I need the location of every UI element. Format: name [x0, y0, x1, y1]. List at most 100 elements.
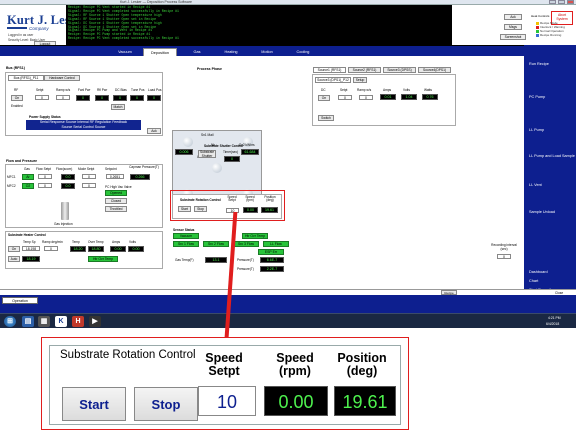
nav-ll-vent[interactable]: LL Vent — [529, 183, 575, 187]
nav-sample-unload[interactable]: Sample Unload — [529, 210, 575, 214]
source-switch-button[interactable]: Switch — [318, 115, 334, 121]
rf-rfl-pwr: 0 — [95, 95, 109, 101]
nav-dashboard[interactable]: Dashboard — [529, 270, 575, 274]
heater-auto-button[interactable]: Auto — [8, 256, 20, 262]
source-tab-1[interactable]: Source1 (RFS1) — [313, 67, 346, 73]
timer-label: Timer(sec) — [223, 150, 239, 154]
source-ramp[interactable]: 0 — [359, 95, 373, 100]
nav-ll-pump-load[interactable]: LL Pump and Load Sample — [529, 154, 575, 158]
pc-high-vac-label: PC High Vac Valve — [105, 185, 132, 189]
log-line: Recipe: Recipe PC Vent completed success… — [68, 36, 179, 41]
source-amps: 0.01 — [380, 94, 396, 100]
zoom-rotation-panel: Substrate Rotation Control Start Stop Sp… — [49, 345, 401, 425]
heater-on-button[interactable]: On — [8, 246, 20, 252]
timer-value: 0 — [224, 156, 240, 162]
valve-throttled[interactable]: Throttled — [105, 206, 127, 212]
lesker-icon[interactable]: K — [55, 316, 67, 327]
nav-pc-pump[interactable]: PC Pump — [529, 95, 575, 99]
nav-run-recipe[interactable]: Run Recipe — [529, 62, 575, 66]
rf-col: Load Pos — [148, 88, 162, 92]
zoom-stop-button[interactable]: Stop — [134, 387, 198, 421]
rf-dc-bias: 0 — [113, 95, 127, 101]
rf-setpt-field[interactable]: 0 — [35, 95, 49, 100]
zoom-start-button[interactable]: Start — [62, 387, 126, 421]
rf-col: RF — [14, 88, 19, 92]
ack-button[interactable]: Ack — [504, 14, 522, 20]
valve-opened[interactable]: Opened — [105, 190, 127, 196]
recording-label: Recording interval (sec) — [491, 243, 517, 251]
heater-ramp[interactable]: 0 — [44, 246, 58, 251]
maximize-icon[interactable] — [558, 0, 565, 4]
rf-enabled: Enabled — [11, 104, 23, 108]
recording-interval[interactable]: 0 — [497, 254, 511, 259]
rf-tab-hardware[interactable]: Hardware Control — [44, 75, 80, 81]
heater-temp-sp[interactable]: 18.198 — [22, 246, 40, 251]
zoom-setpt-field[interactable]: 10 — [198, 386, 256, 416]
company-logo: Kurt J. Lesker Company — [7, 13, 88, 31]
mfc2-mode[interactable]: 0 — [82, 183, 96, 188]
mfc1-setpt[interactable]: 0 — [38, 174, 52, 179]
source-subtab-setup[interactable]: Setup — [353, 77, 367, 83]
gun-2-value: 61.684 — [241, 149, 259, 155]
source-tab-3[interactable]: Source3 (DPSS) — [383, 67, 416, 73]
heater-col: Volts — [129, 240, 136, 244]
gauge-label: Pressure(T) — [237, 258, 254, 262]
flow-title: Flow and Pressure — [6, 159, 38, 163]
message-log[interactable]: Recipe: Recipe PC Vent started in Recipe… — [66, 5, 452, 45]
rf-on-button[interactable]: On — [11, 95, 23, 101]
source-tab-4[interactable]: Source4(DPS1) — [418, 67, 451, 73]
rf-tab-bus[interactable]: Bus (RFS1)_P11 — [8, 75, 44, 81]
mfc1-flow: 0.0 — [61, 174, 75, 180]
source-subtab-main[interactable]: Source3 (DPS1)_P12 — [315, 77, 351, 83]
start-icon[interactable]: ⊞ — [4, 316, 16, 327]
source-col: Setpt — [340, 88, 348, 92]
main-tabs: Vacuum Deposition Gas Heating Motion Coo… — [0, 45, 524, 57]
close-icon[interactable] — [567, 0, 574, 4]
rf-col: Fwd Pwr — [78, 88, 91, 92]
rf-ack-button[interactable]: Ack — [147, 128, 161, 134]
explorer-icon[interactable]: ▤ — [22, 316, 34, 327]
operation-tab[interactable]: Operation — [2, 297, 38, 304]
sensor-ll-flow: LL Flow — [263, 241, 289, 247]
source-on-button[interactable]: On — [318, 95, 330, 101]
sensor-src3-flow: Src 3 Flow — [233, 241, 259, 247]
rf-ramp-field[interactable]: 0 — [56, 95, 70, 100]
screenshot-button[interactable]: Screenshot — [500, 34, 526, 40]
minimize-icon[interactable] — [549, 0, 556, 4]
nav-ll-pump[interactable]: LL Pump — [529, 128, 575, 132]
os-taskbar: ⊞ ▤ ▦ K H ▶ 4:21 PM 6/4/2018 — [0, 313, 576, 328]
nav-chart[interactable]: Chart — [529, 279, 575, 283]
mfc2-setpt[interactable]: 0 — [38, 183, 52, 188]
deposition-panel: Bus (RFS1) Bus (RFS1)_P11 Hardware Contr… — [0, 56, 524, 289]
valve-closed[interactable]: Closed — [105, 198, 127, 204]
h-app-icon[interactable]: H — [72, 316, 84, 327]
zoom-h-pos: Position (deg) — [337, 351, 387, 378]
rf-match-button[interactable]: Match — [111, 104, 125, 110]
legend-item: Recipe Running — [536, 33, 565, 37]
heater-col: Over Temp — [88, 240, 104, 244]
rf-col: DC Bias — [115, 88, 127, 92]
app-icon[interactable]: ▦ — [38, 316, 50, 327]
gas-temp-value: 13.1 — [205, 257, 227, 263]
heat-controls-label: Heat Controls — [531, 14, 550, 18]
gauge-label: Pressure(T) — [237, 267, 254, 271]
msgs-button[interactable]: Msgs — [504, 24, 522, 30]
source-tab-2[interactable]: Source2 (RFS1) — [348, 67, 381, 73]
pressure-setpoint[interactable]: 0.2651 — [106, 174, 124, 179]
flow-col: Flow Setpt — [36, 167, 52, 171]
mfc1-mode[interactable]: 0 — [82, 174, 96, 179]
substrate-shutter-button[interactable]: Substrate Shutter — [198, 150, 216, 158]
zoom-rotation-title: Substrate Rotation Control — [60, 349, 196, 361]
media-icon[interactable]: ▶ — [89, 316, 101, 327]
sensor-src2-flow: Src 2 Flow — [203, 241, 229, 247]
mfc2-label: MFC2 — [7, 184, 16, 188]
gas-injection-icon — [61, 202, 69, 220]
mfc1-gas: Ar — [22, 174, 34, 180]
source-setpt[interactable]: 0 — [338, 95, 352, 100]
bottom-band: Operation — [0, 295, 576, 313]
ps-status-bar: Serial Response Source Internal RF Regul… — [26, 120, 141, 130]
source-col: DC — [321, 88, 326, 92]
heater-col: Temp Sp — [23, 240, 36, 244]
clock-time: 4:21 PM — [548, 316, 561, 320]
recipe-sidebar: Run Recipe PC Pump LL Pump LL Pump and L… — [524, 45, 576, 292]
